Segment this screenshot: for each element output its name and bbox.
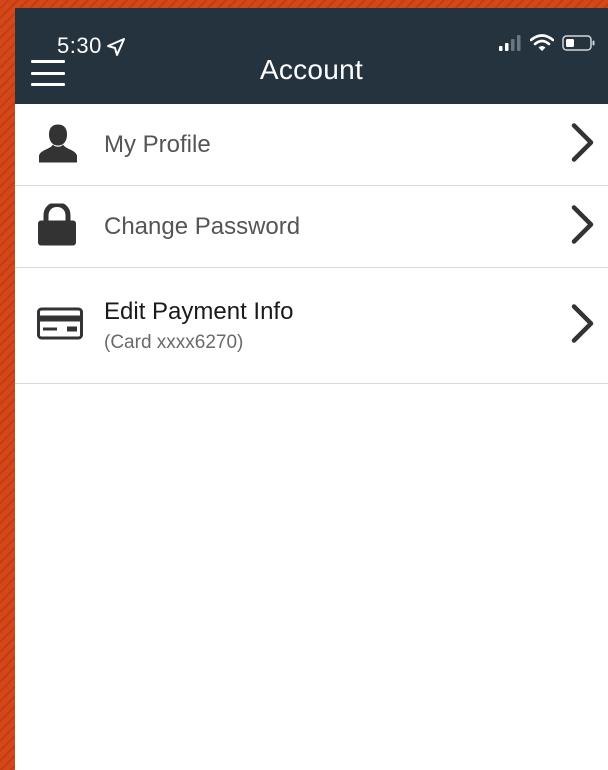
signal-icon	[499, 35, 521, 51]
battery-icon	[562, 35, 595, 51]
credit-card-icon	[37, 307, 83, 344]
phone-screen: 5:30 Account My Profile Change Password …	[15, 8, 608, 770]
account-menu-list: My Profile Change Password Edit Payment …	[15, 104, 608, 384]
menu-item-label: My Profile	[104, 130, 211, 158]
menu-item-change-password[interactable]: Change Password	[15, 186, 608, 268]
chevron-right-icon	[570, 121, 596, 168]
chevron-right-icon	[570, 302, 596, 349]
menu-item-label: Change Password	[104, 212, 301, 240]
header-bar: 5:30 Account	[15, 8, 608, 104]
status-icons	[498, 34, 596, 52]
menu-item-my-profile[interactable]: My Profile	[15, 104, 608, 186]
user-icon	[37, 122, 79, 167]
wifi-icon	[530, 34, 554, 51]
chevron-right-icon	[570, 203, 596, 250]
menu-item-edit-payment-info[interactable]: Edit Payment Info (Card xxxx6270)	[15, 268, 608, 384]
lock-icon	[37, 201, 77, 250]
page-title: Account	[259, 54, 364, 85]
menu-item-label: Edit Payment Info	[104, 297, 294, 325]
card-number-label: (Card xxxx6270)	[104, 331, 244, 353]
